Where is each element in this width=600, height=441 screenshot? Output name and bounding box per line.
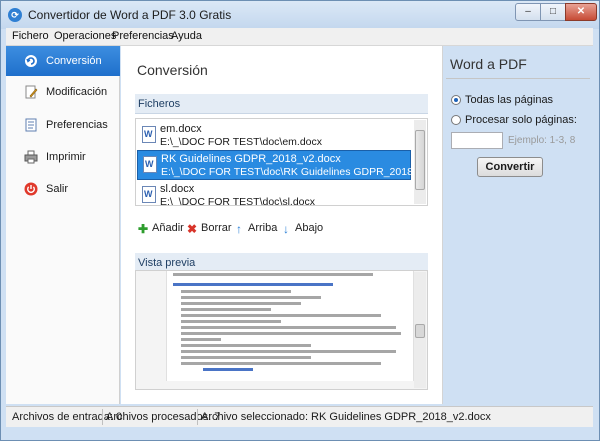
pages-hint: Ejemplo: 1-3, 8 (508, 135, 576, 146)
file-name: sl.docx (160, 183, 195, 195)
word-document-icon (142, 186, 156, 203)
page-title: Conversión (137, 62, 208, 78)
file-list[interactable]: em.docx E:\_\DOC FOR TEST\doc\em.docx RK… (135, 118, 428, 206)
all-pages-label[interactable]: Todas las páginas (465, 94, 553, 106)
menu-operaciones[interactable]: Operaciones (54, 30, 116, 42)
status-separator (102, 409, 103, 425)
move-up-label: Arriba (248, 222, 278, 234)
title-bar[interactable]: ⟳ Convertidor de Word a PDF 3.0 Gratis –… (1, 1, 599, 29)
sidebar: Conversión Modificación Preferencias Imp… (6, 46, 120, 404)
file-path: E:\_\DOC FOR TEST\doc\sl.docx (160, 196, 316, 206)
sidebar-item-salir[interactable]: Salir (6, 174, 120, 204)
file-path: E:\_\DOC FOR TEST\doc\RK Guidelines GDPR… (161, 166, 428, 178)
preview-text-line (173, 273, 373, 276)
sidebar-item-modificacion[interactable]: Modificación (6, 77, 120, 107)
list-item[interactable]: em.docx E:\_\DOC FOR TEST\doc\em.docx (137, 121, 411, 151)
convert-button[interactable]: Convertir (477, 157, 543, 177)
preview-text-line (181, 320, 281, 323)
preview-text-line (181, 338, 221, 341)
arrow-down-icon: ↓ (283, 222, 289, 236)
menu-bar: Fichero Operaciones Preferencias Ayuda (6, 28, 593, 46)
menu-ayuda[interactable]: Ayuda (171, 30, 202, 42)
files-header-label: Ficheros (138, 98, 181, 110)
edit-icon (24, 85, 38, 99)
sidebar-item-label: Conversión (46, 55, 102, 67)
divider (446, 78, 590, 79)
list-item-selected[interactable]: RK Guidelines GDPR_2018_v2.docx E:\_\DOC… (137, 150, 427, 180)
list-item[interactable]: sl.docx E:\_\DOC FOR TEST\doc\sl.docx (137, 181, 411, 206)
preview-text-line (181, 356, 311, 359)
all-pages-radio[interactable] (451, 95, 461, 105)
panel-divider (442, 46, 443, 404)
plus-icon: ✚ (137, 222, 149, 236)
output-format-title: Word a PDF (450, 56, 527, 72)
file-list-scrollbar[interactable] (414, 120, 426, 204)
preview-text-line (181, 302, 301, 305)
close-button[interactable]: ✕ (565, 3, 597, 21)
preview-page (166, 271, 414, 381)
preview-heading-line (173, 283, 333, 286)
pages-range-field[interactable] (451, 132, 503, 149)
sidebar-item-label: Modificación (46, 86, 108, 98)
sidebar-item-imprimir[interactable]: Imprimir (6, 142, 120, 172)
file-name: RK Guidelines GDPR_2018_v2.docx (161, 153, 341, 165)
move-up-button[interactable]: ↑ Arriba (233, 222, 277, 238)
file-path: E:\_\DOC FOR TEST\doc\em.docx (160, 136, 323, 148)
preview-header-label: Vista previa (138, 257, 196, 269)
scroll-thumb[interactable] (415, 324, 425, 338)
sidebar-item-label: Salir (46, 183, 69, 195)
word-document-icon (143, 156, 157, 173)
settings-icon (24, 118, 38, 132)
move-down-button[interactable]: ↓ Abajo (280, 222, 323, 238)
delete-icon: ✖ (186, 222, 198, 236)
add-button[interactable]: ✚ Añadir (137, 222, 184, 238)
preview-scrollbar[interactable] (414, 272, 426, 388)
file-name: em.docx (160, 123, 202, 135)
preview-text-line (181, 308, 271, 311)
preview-text-line (181, 344, 311, 347)
scroll-thumb[interactable] (415, 130, 425, 190)
preview-text-line (181, 362, 381, 365)
preview-text-line (181, 290, 291, 293)
word-document-icon (142, 126, 156, 143)
add-label: Añadir (152, 222, 184, 234)
menu-fichero[interactable]: Fichero (12, 30, 49, 42)
sidebar-item-conversion[interactable]: Conversión (6, 46, 120, 76)
status-bar: Archivos de entrada: 0 Archivos procesad… (6, 406, 593, 427)
preview-link-line (203, 368, 253, 371)
preview-text-line (181, 314, 381, 317)
only-pages-radio[interactable] (451, 115, 461, 125)
move-down-label: Abajo (295, 222, 324, 234)
files-header: Ficheros (135, 94, 428, 114)
sidebar-item-label: Imprimir (46, 151, 86, 163)
document-preview[interactable] (135, 270, 428, 390)
delete-button[interactable]: ✖ Borrar (186, 222, 232, 238)
preview-text-line (181, 296, 321, 299)
only-pages-label[interactable]: Procesar solo páginas: (465, 114, 577, 126)
minimize-button[interactable]: – (515, 3, 541, 21)
preview-text-line (181, 326, 396, 329)
maximize-button[interactable]: □ (540, 3, 566, 21)
sidebar-item-label: Preferencias (46, 119, 108, 131)
preview-text-line (181, 332, 401, 335)
delete-label: Borrar (201, 222, 232, 234)
window-title: Convertidor de Word a PDF 3.0 Gratis (28, 8, 232, 22)
app-logo-icon: ⟳ (8, 8, 22, 22)
menu-preferencias[interactable]: Preferencias (112, 30, 174, 42)
sidebar-item-preferencias[interactable]: Preferencias (6, 110, 120, 140)
arrow-up-icon: ↑ (236, 222, 242, 236)
power-icon (24, 182, 38, 196)
status-selected-file: Archivo seleccionado: RK Guidelines GDPR… (201, 411, 491, 423)
printer-icon (24, 150, 38, 164)
status-separator (197, 409, 198, 425)
convert-icon (24, 54, 38, 68)
preview-text-line (181, 350, 396, 353)
